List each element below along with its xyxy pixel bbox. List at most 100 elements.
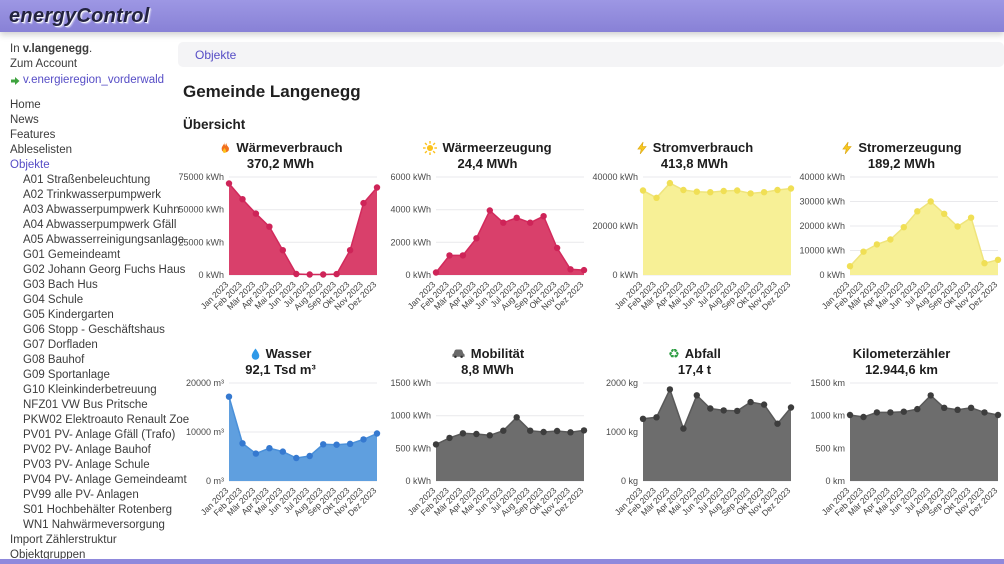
- chart-card-kilometerzaehler: Kilometerzähler12.944,6 km0 km500 km1000…: [798, 340, 1004, 546]
- chart-plot[interactable]: 0 kg1000 kg2000 kgJan 2023Feb 2023Mär 20…: [591, 377, 798, 541]
- context-suffix: .: [89, 43, 92, 55]
- svg-text:2000 kg: 2000 kg: [606, 378, 638, 388]
- svg-text:4000 kWh: 4000 kWh: [390, 205, 431, 215]
- sidebar-object-item[interactable]: G08 Bauhof: [10, 353, 175, 368]
- sidebar-object-item[interactable]: A03 Abwasserpumpwerk Kuhn: [10, 203, 175, 218]
- chart-title: Wärmeerzeugung: [442, 140, 551, 155]
- svg-text:10000 m³: 10000 m³: [186, 427, 224, 437]
- chart-card-stromerzeugung: Stromerzeugung189,2 MWh0 kWh10000 kWh200…: [798, 134, 1004, 340]
- app-logo: energyControl: [9, 5, 150, 28]
- sidebar: In v.langenegg. Zum Account v.energiereg…: [0, 32, 175, 564]
- svg-text:0 kWh: 0 kWh: [405, 270, 431, 280]
- chart-card-abfall: ♻Abfall17,4 t0 kg1000 kg2000 kgJan 2023F…: [591, 340, 798, 546]
- svg-text:75000 kWh: 75000 kWh: [178, 172, 224, 182]
- svg-text:2000 kWh: 2000 kWh: [390, 237, 431, 247]
- chart-value: 17,4 t: [591, 362, 798, 377]
- svg-text:6000 kWh: 6000 kWh: [390, 172, 431, 182]
- chart-card-waermeverbrauch: Wärmeverbrauch370,2 MWh0 kWh25000 kWh500…: [177, 134, 384, 340]
- sidebar-object-item[interactable]: NFZ01 VW Bus Pritsche: [10, 398, 175, 413]
- context-prefix: In: [10, 43, 20, 55]
- page-layout: In v.langenegg. Zum Account v.energiereg…: [0, 32, 1004, 564]
- chart-header: Wärmeverbrauch: [177, 140, 384, 155]
- car-icon: [451, 347, 466, 360]
- svg-text:0 kg: 0 kg: [621, 476, 638, 486]
- svg-text:1000 kg: 1000 kg: [606, 427, 638, 437]
- chart-header: ♻Abfall: [591, 346, 798, 361]
- sidebar-object-item[interactable]: G04 Schule: [10, 293, 175, 308]
- breadcrumb-objekte-link[interactable]: Objekte: [195, 48, 236, 62]
- chart-header: Wasser: [177, 346, 384, 361]
- sidebar-object-item[interactable]: G07 Dorfladen: [10, 338, 175, 353]
- chart-value: 413,8 MWh: [591, 156, 798, 171]
- sidebar-item-ableselisten[interactable]: Ableselisten: [10, 143, 175, 158]
- chart-card-waermeerzeugung: Wärmeerzeugung24,4 MWh0 kWh2000 kWh4000 …: [384, 134, 591, 340]
- chart-plot[interactable]: 0 kWh10000 kWh20000 kWh30000 kWh40000 kW…: [798, 171, 1004, 335]
- svg-text:40000 kWh: 40000 kWh: [799, 172, 845, 182]
- chart-card-wasser: Wasser92,1 Tsd m³0 m³10000 m³20000 m³Jan…: [177, 340, 384, 546]
- sun-icon: [423, 141, 437, 155]
- sidebar-item-objekte[interactable]: Objekte: [10, 158, 175, 173]
- chart-value: 8,8 MWh: [384, 362, 591, 377]
- svg-text:500 km: 500 km: [815, 443, 845, 453]
- chart-plot[interactable]: 0 kWh20000 kWh40000 kWhJan 2023Feb 2023M…: [591, 171, 798, 335]
- page-title: Gemeinde Langenegg: [183, 82, 1004, 102]
- main-content: Objekte Gemeinde Langenegg Übersicht Wär…: [175, 32, 1004, 564]
- sidebar-object-item[interactable]: G01 Gemeindeamt: [10, 248, 175, 263]
- chart-header: Stromerzeugung: [798, 140, 1004, 155]
- sidebar-object-item[interactable]: S01 Hochbehälter Rotenberg: [10, 503, 175, 518]
- svg-text:40000 kWh: 40000 kWh: [592, 172, 638, 182]
- chart-plot[interactable]: 0 m³10000 m³20000 m³Jan 2023Feb 2023Mär …: [177, 377, 384, 541]
- app-header: energyControl: [0, 0, 1004, 32]
- chart-title: Wasser: [266, 346, 312, 361]
- chart-title: Stromverbrauch: [653, 140, 753, 155]
- chart-title: Kilometerzähler: [853, 346, 951, 361]
- sidebar-object-item[interactable]: A01 Straßenbeleuchtung: [10, 173, 175, 188]
- flame-icon: [218, 141, 231, 155]
- sidebar-object-item[interactable]: G03 Bach Hus: [10, 278, 175, 293]
- region-link-row[interactable]: v.energieregion_vorderwald: [10, 73, 175, 88]
- chart-header: Wärmeerzeugung: [384, 140, 591, 155]
- account-link[interactable]: Zum Account: [10, 57, 175, 72]
- sidebar-object-item[interactable]: G09 Sportanlage: [10, 368, 175, 383]
- sidebar-object-item[interactable]: PV04 PV- Anlage Gemeindeamt: [10, 473, 175, 488]
- chart-value: 189,2 MWh: [798, 156, 1004, 171]
- sidebar-object-item[interactable]: A05 Abwasserreinigungsanlage: [10, 233, 175, 248]
- svg-text:0 kWh: 0 kWh: [819, 270, 845, 280]
- svg-text:1500 kWh: 1500 kWh: [390, 378, 431, 388]
- svg-text:20000 kWh: 20000 kWh: [592, 221, 638, 231]
- sidebar-object-item[interactable]: WN1 Nahwärmeversorgung: [10, 518, 175, 533]
- sidebar-item-home[interactable]: Home: [10, 98, 175, 113]
- svg-text:50000 kWh: 50000 kWh: [178, 205, 224, 215]
- sidebar-object-item[interactable]: G05 Kindergarten: [10, 308, 175, 323]
- svg-text:10000 kWh: 10000 kWh: [799, 246, 845, 256]
- chart-title: Mobilität: [471, 346, 524, 361]
- sidebar-object-item[interactable]: A04 Abwasserpumpwerk Gfäll: [10, 218, 175, 233]
- region-link[interactable]: v.energieregion_vorderwald: [23, 73, 164, 88]
- chart-plot[interactable]: 0 kWh2000 kWh4000 kWh6000 kWhJan 2023Feb…: [384, 171, 591, 335]
- chart-plot[interactable]: 0 kWh25000 kWh50000 kWh75000 kWhJan 2023…: [177, 171, 384, 335]
- sidebar-object-item[interactable]: A02 Trinkwasserpumpwerk: [10, 188, 175, 203]
- sidebar-object-item[interactable]: PV99 alle PV- Anlagen: [10, 488, 175, 503]
- bolt-icon: [841, 141, 853, 155]
- sidebar-object-item[interactable]: PKW02 Elektroauto Renault Zoe: [10, 413, 175, 428]
- recycle-icon: ♻: [668, 347, 680, 360]
- objekte-children-list: A01 StraßenbeleuchtungA02 Trinkwasserpum…: [10, 173, 175, 533]
- sidebar-object-item[interactable]: PV03 PV- Anlage Schule: [10, 458, 175, 473]
- svg-text:20000 m³: 20000 m³: [186, 378, 224, 388]
- sidebar-item-import-z-hlerstruktur[interactable]: Import Zählerstruktur: [10, 533, 175, 548]
- sidebar-object-item[interactable]: G06 Stopp - Geschäftshaus: [10, 323, 175, 338]
- svg-text:500 kWh: 500 kWh: [395, 443, 431, 453]
- sidebar-object-item[interactable]: PV01 PV- Anlage Gfäll (Trafo): [10, 428, 175, 443]
- chart-header: Mobilität: [384, 346, 591, 361]
- chart-plot[interactable]: 0 km500 km1000 km1500 kmJan 2023Feb 2023…: [798, 377, 1004, 541]
- sidebar-item-news[interactable]: News: [10, 113, 175, 128]
- sidebar-item-features[interactable]: Features: [10, 128, 175, 143]
- footer-bar: [0, 559, 1004, 564]
- sidebar-object-item[interactable]: PV02 PV- Anlage Bauhof: [10, 443, 175, 458]
- chart-header: Stromverbrauch: [591, 140, 798, 155]
- svg-text:0 km: 0 km: [825, 476, 845, 486]
- chart-plot[interactable]: 0 kWh500 kWh1000 kWh1500 kWhJan 2023Feb …: [384, 377, 591, 541]
- sidebar-object-item[interactable]: G02 Johann Georg Fuchs Haus: [10, 263, 175, 278]
- sidebar-object-item[interactable]: G10 Kleinkinderbetreuung: [10, 383, 175, 398]
- chart-value: 92,1 Tsd m³: [177, 362, 384, 377]
